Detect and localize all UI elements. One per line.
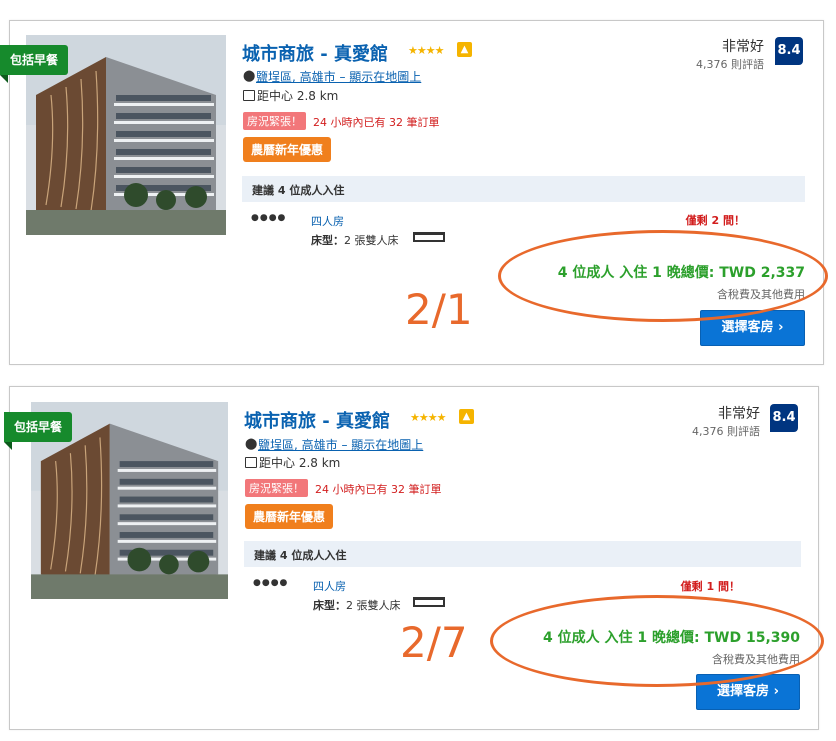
bed-value: 2 張雙人床 xyxy=(344,234,399,247)
review-word: 非常好 xyxy=(718,406,760,422)
distance-text: 距中心 2.8 km xyxy=(259,456,341,470)
breakfast-tag: 包括早餐 xyxy=(4,412,73,450)
address-link[interactable]: 鹽埕區, 高雄市 – 顯示在地圖上 xyxy=(258,436,423,453)
recommendation-bar: 建議 4 位成人入住 xyxy=(244,541,801,567)
deal-badge: 農曆新年優惠 xyxy=(243,137,332,162)
location-pin-icon: ⬤ xyxy=(245,437,258,450)
persons-icon: ●●●● xyxy=(253,578,289,588)
review-count: 4,376 則評語 xyxy=(692,425,760,438)
review-score-badge: 8.4 xyxy=(770,404,798,432)
thumbs-up-icon: ▲ xyxy=(457,42,472,57)
date-annotation: 2/7 xyxy=(400,618,468,667)
deal-badge: 農曆新年優惠 xyxy=(245,504,334,529)
review-score-badge: 8.4 xyxy=(775,37,803,65)
bed-type: 床型：2 張雙人床 xyxy=(313,597,401,613)
urgency-badge: 房況緊張！ xyxy=(245,479,308,497)
distance-icon xyxy=(243,90,255,101)
recommendation-bar: 建議 4 位成人入住 xyxy=(242,176,805,202)
distance-text: 距中心 2.8 km xyxy=(257,89,339,103)
recommendation-text: 建議 4 位成人入住 xyxy=(254,549,347,562)
location-pin-icon: ⬤ xyxy=(243,69,256,82)
room-type-link[interactable]: 四人房 xyxy=(313,578,346,594)
recommendation-text: 建議 4 位成人入住 xyxy=(252,184,345,197)
review-word: 非常好 xyxy=(722,39,764,55)
price-highlight-ellipse xyxy=(490,595,824,687)
rooms-left-warning: 僅剩 2 間！ xyxy=(685,214,745,227)
distance-icon xyxy=(245,457,257,468)
date-annotation: 2/1 xyxy=(405,285,473,334)
price-highlight-ellipse xyxy=(498,230,828,322)
bed-label: 床型： xyxy=(313,599,346,612)
star-rating: ★★★★ xyxy=(410,411,446,424)
urgency-badge: 房況緊張！ xyxy=(243,112,306,130)
booked-count-text: 24 小時內已有 32 筆訂單 xyxy=(313,116,440,129)
persons-icon: ●●●● xyxy=(251,213,287,223)
breakfast-tag: 包括早餐 xyxy=(0,45,69,83)
hotel-name[interactable]: 城市商旅 - 真愛館 xyxy=(244,407,390,433)
bed-value: 2 張雙人床 xyxy=(346,599,401,612)
booked-count-text: 24 小時內已有 32 筆訂單 xyxy=(315,483,442,496)
rooms-left-warning: 僅剩 1 間！ xyxy=(680,580,740,593)
review-count: 4,376 則評語 xyxy=(696,58,764,71)
address-link[interactable]: 鹽埕區, 高雄市 – 顯示在地圖上 xyxy=(256,68,421,85)
thumbs-up-icon: ▲ xyxy=(459,409,474,424)
bed-icon xyxy=(413,232,445,242)
room-type-link[interactable]: 四人房 xyxy=(311,213,344,229)
hotel-name[interactable]: 城市商旅 - 真愛館 xyxy=(242,40,388,66)
bed-icon xyxy=(413,597,445,607)
bed-label: 床型： xyxy=(311,234,344,247)
star-rating: ★★★★ xyxy=(408,44,444,57)
bed-type: 床型：2 張雙人床 xyxy=(311,232,399,248)
